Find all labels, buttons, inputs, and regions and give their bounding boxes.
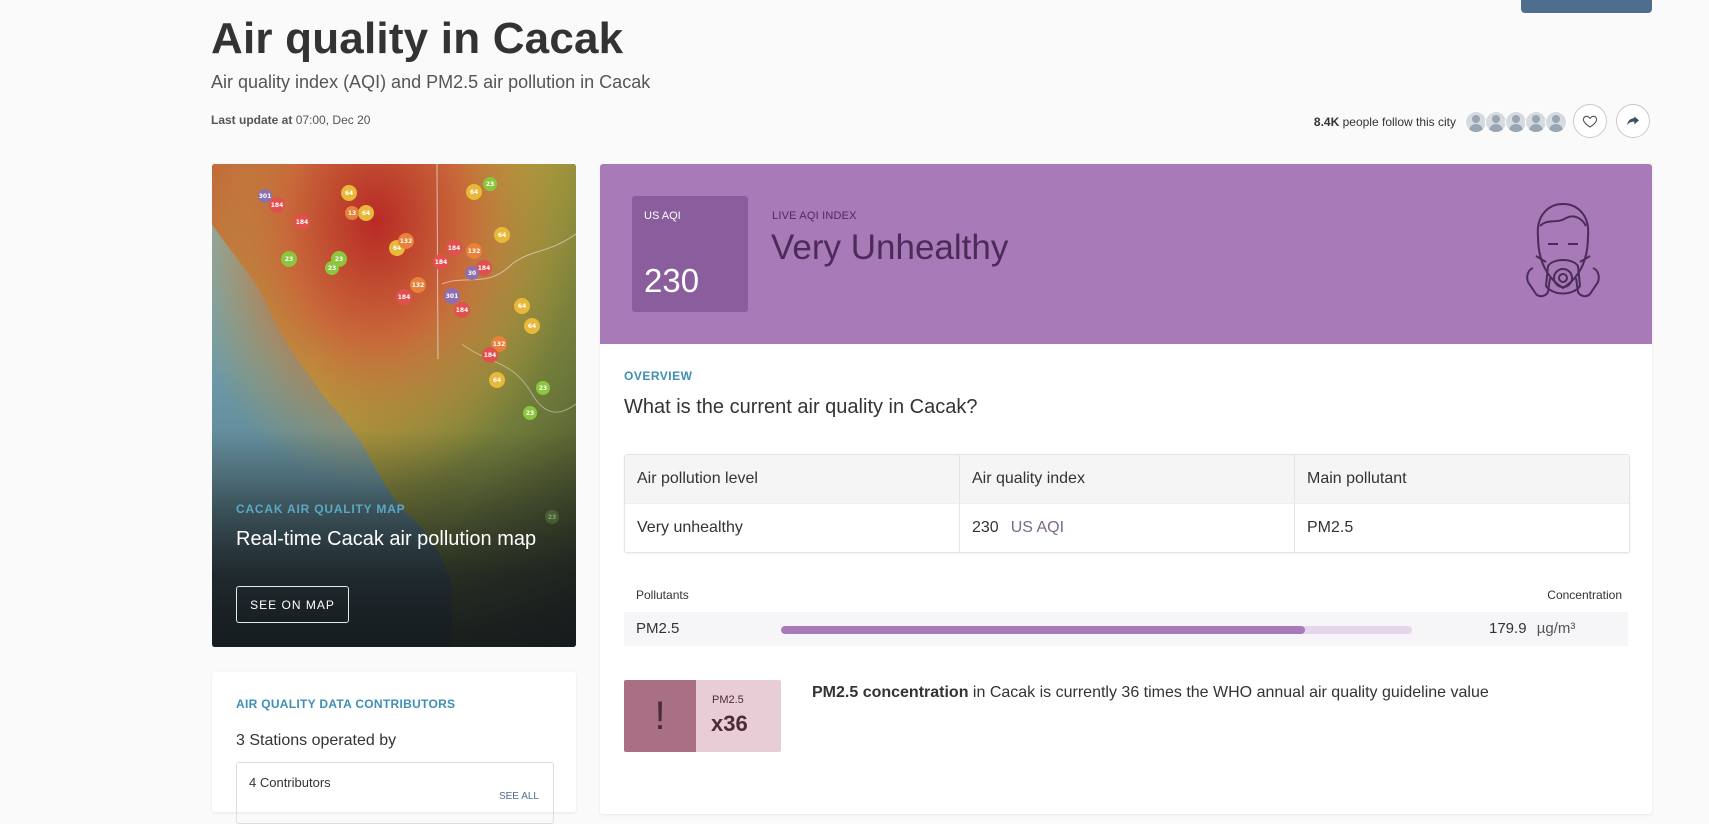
avatar <box>1485 111 1507 133</box>
table-row: Very unhealthy 230 US AQI PM2.5 <box>625 503 1629 552</box>
avatar <box>1465 111 1487 133</box>
who-text-rest: in Cacak is currently 36 times the WHO a… <box>968 684 1489 701</box>
pollution-level-cell: Very unhealthy <box>625 504 960 552</box>
pollutant-unit: µg/m³ <box>1536 620 1576 637</box>
see-on-map-button[interactable]: SEE ON MAP <box>236 586 349 623</box>
map-title: Real-time Cacak air pollution map <box>236 528 537 550</box>
aqi-banner: US AQI 230 LIVE AQI INDEX Very Unhealthy <box>600 164 1652 344</box>
last-update: Last update at 07:00, Dec 20 <box>211 113 370 127</box>
overview-label: OVERVIEW <box>624 369 693 383</box>
aqi-cell: 230 US AQI <box>960 504 1295 552</box>
aqi-card: US AQI 230 LIVE AQI INDEX Very Unhealthy… <box>600 164 1652 814</box>
pollutant-concentration: 179.9 µg/m³ <box>1489 620 1575 637</box>
aqi-value: 230 <box>644 262 700 299</box>
table-header-row: Air pollution level Air quality index Ma… <box>625 455 1629 503</box>
table-header-cell: Air pollution level <box>625 455 960 503</box>
map-section-label: CACAK AIR QUALITY MAP <box>236 502 406 516</box>
map-overlay <box>212 164 576 647</box>
followers-count: 8.4K <box>1313 115 1340 129</box>
avatar <box>1505 111 1527 133</box>
share-button[interactable] <box>1616 104 1650 138</box>
aqi-box-label: US AQI <box>644 210 681 222</box>
main-pollutant-cell: PM2.5 <box>1307 519 1354 536</box>
who-multiplier: x36 <box>711 711 748 736</box>
contributors-count: 4 Contributors <box>249 775 331 790</box>
followers-label: people follow this city <box>1342 115 1456 129</box>
who-guideline-text: PM2.5 concentration in Cacak is currentl… <box>812 684 1489 702</box>
aqi-cell-unit: US AQI <box>1010 519 1065 536</box>
air-quality-map-card[interactable]: 301 184 184 64 64 13 23 23 23 64 132 184… <box>212 164 576 647</box>
who-pollutant: PM2.5 <box>712 694 744 706</box>
follow-button[interactable] <box>1573 104 1607 138</box>
stations-text: 3 Stations operated by <box>236 732 397 749</box>
page-title: Air quality in Cacak <box>211 14 624 63</box>
who-text-bold: PM2.5 concentration <box>812 684 969 701</box>
contributors-label: AIR QUALITY DATA CONTRIBUTORS <box>236 697 456 711</box>
share-icon <box>1627 116 1639 125</box>
see-all-link[interactable]: SEE ALL <box>499 791 539 802</box>
heart-icon <box>1582 115 1598 128</box>
live-aqi-label: LIVE AQI INDEX <box>772 210 857 222</box>
top-action-button[interactable] <box>1521 0 1652 13</box>
aqi-value-box: US AQI 230 <box>632 196 748 312</box>
last-update-label: Last update at <box>211 113 293 127</box>
pollutant-level-bar <box>781 626 1412 634</box>
pollutants-header: Pollutants <box>636 588 689 602</box>
concentration-header: Concentration <box>1547 588 1622 602</box>
contributors-card: AIR QUALITY DATA CONTRIBUTORS 3 Stations… <box>212 672 576 824</box>
last-update-value: 07:00, Dec 20 <box>295 113 371 127</box>
aqi-cell-value: 230 <box>972 519 999 536</box>
pollutant-level-fill <box>781 626 1305 634</box>
pollutant-name: PM2.5 <box>636 620 680 637</box>
page-subtitle: Air quality index (AQI) and PM2.5 air po… <box>211 72 651 92</box>
contributors-box[interactable]: 4 Contributors SEE ALL <box>236 762 554 824</box>
aqi-summary-table: Air pollution level Air quality index Ma… <box>624 454 1630 553</box>
gas-mask-face-icon <box>1526 202 1600 298</box>
aqi-status: Very Unhealthy <box>771 228 1009 267</box>
followers-text: 8.4K people follow this city <box>1314 115 1456 129</box>
pollutant-row: PM2.5 179.9 µg/m³ <box>624 612 1628 646</box>
exclamation-icon: ! <box>624 680 696 752</box>
table-header-cell: Air quality index <box>960 455 1295 503</box>
overview-question: What is the current air quality in Cacak… <box>624 396 978 418</box>
table-header-cell: Main pollutant <box>1307 470 1407 487</box>
pollutant-value: 179.9 <box>1489 620 1527 637</box>
avatar <box>1525 111 1547 133</box>
follower-avatars <box>1465 111 1567 133</box>
avatar <box>1545 111 1567 133</box>
who-multiplier-badge: ! PM2.5 x36 <box>624 680 781 752</box>
